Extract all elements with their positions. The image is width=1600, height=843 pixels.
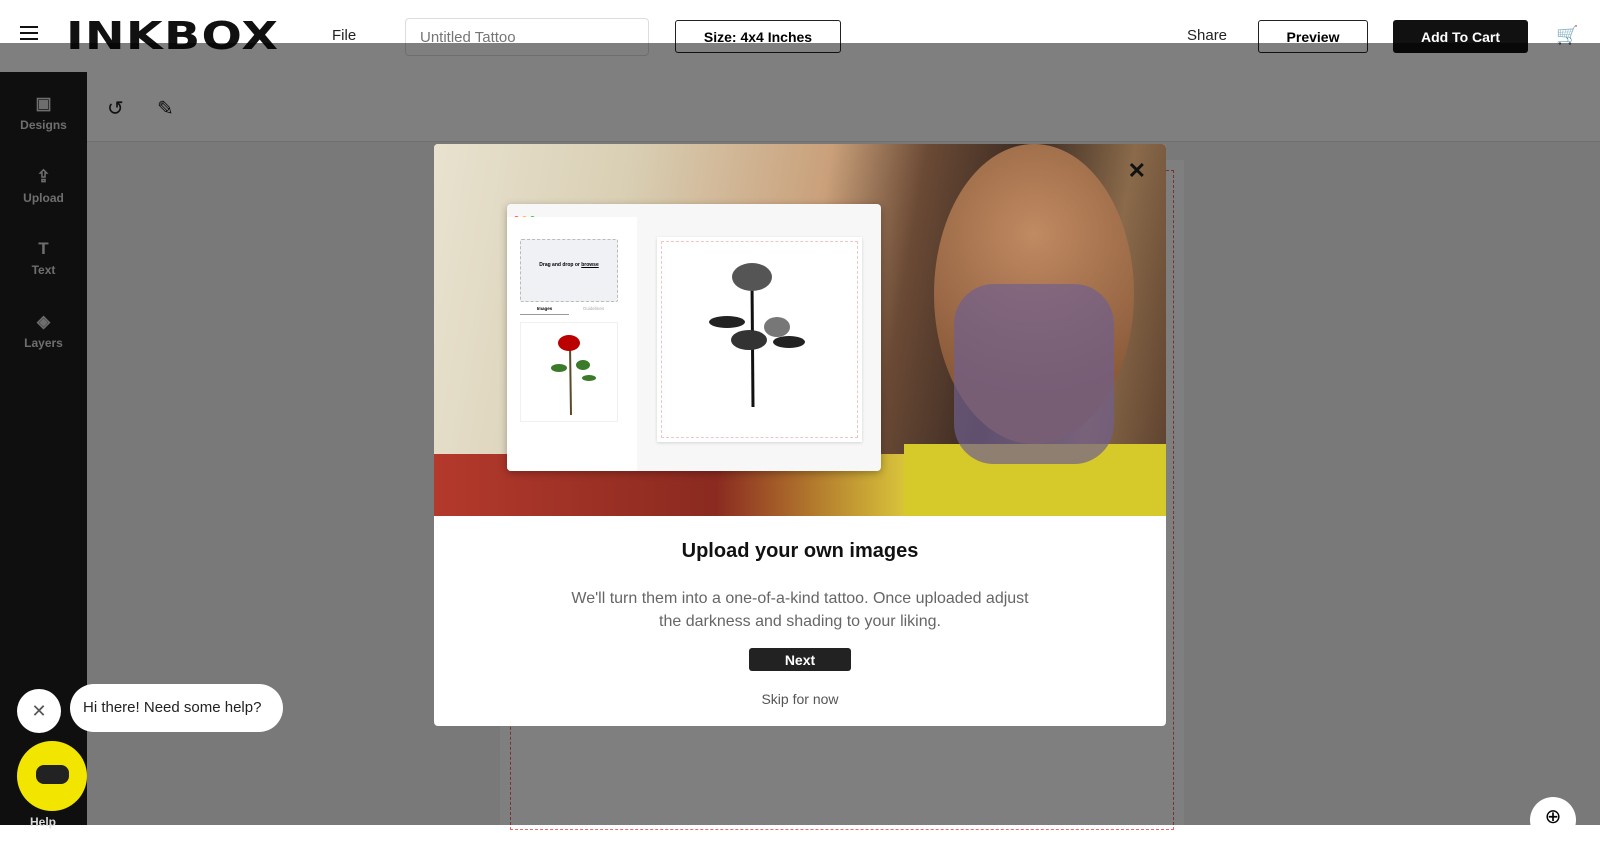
menu-icon[interactable]: [20, 26, 38, 40]
skip-link[interactable]: Skip for now: [434, 691, 1166, 707]
onboarding-modal: Drag and drop or browse Images Guidelines…: [434, 144, 1166, 726]
mockup-canvas: [657, 237, 862, 442]
zoom-in-icon[interactable]: ⊕: [1530, 797, 1576, 843]
chat-bubble[interactable]: Hi there! Need some help?: [70, 684, 283, 732]
share-button[interactable]: Share: [1187, 27, 1227, 44]
mockup-tab-guidelines: Guidelines: [582, 306, 605, 311]
rose-thumbnail: [520, 322, 618, 422]
editor-mockup: Drag and drop or browse Images Guidelines: [507, 204, 881, 471]
mockup-dropzone: Drag and drop or browse: [520, 239, 618, 302]
close-icon[interactable]: ✕: [1128, 158, 1146, 184]
help-label: Help: [30, 815, 57, 829]
hero-image: Drag and drop or browse Images Guidelines…: [434, 144, 1166, 516]
modal-title: Upload your own images: [681, 540, 919, 562]
mockup-tab-images: Images: [520, 306, 569, 315]
next-button[interactable]: Next: [749, 648, 851, 671]
close-chat-icon[interactable]: ✕: [17, 689, 61, 733]
modal-description: We'll turn them into a one-of-a-kind tat…: [571, 590, 1029, 630]
help-chat-button[interactable]: [17, 741, 87, 811]
file-menu[interactable]: File: [332, 27, 356, 44]
chat-icon: [36, 765, 69, 784]
